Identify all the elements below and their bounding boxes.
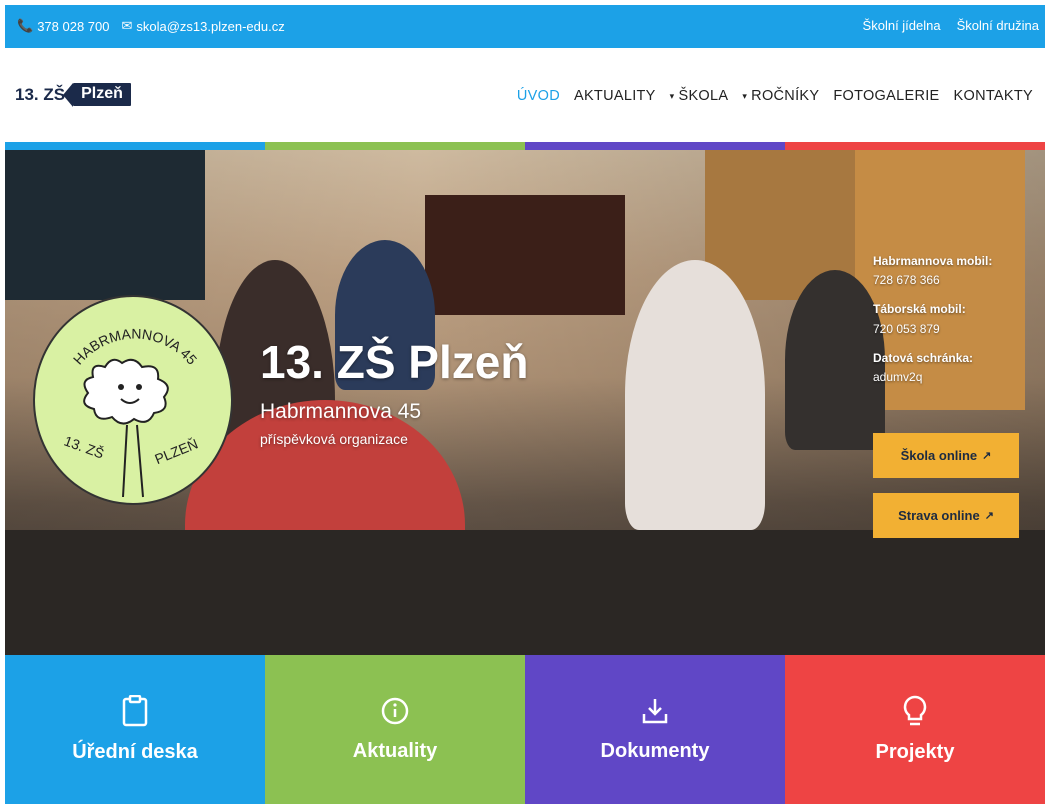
contact-label: Habrmannova mobil: (873, 254, 993, 268)
emblem-bottom-right: PLZEŇ (152, 435, 200, 467)
lightbulb-icon (903, 695, 927, 726)
tile-dokumenty[interactable]: Dokumenty (525, 655, 785, 804)
contact-label: Datová schránka: (873, 350, 974, 365)
cta-label: Strava online (898, 508, 980, 523)
color-strip (5, 142, 1045, 150)
hero-subtitle: Habrmannova 45 (260, 400, 422, 423)
nav-item-aktuality[interactable]: AKTUALITY (574, 88, 656, 104)
phone-link[interactable]: 📞 378 028 700 (17, 18, 109, 34)
nav-item-kontakty[interactable]: KONTAKTY (954, 88, 1033, 104)
cta-label: Škola online (900, 448, 978, 463)
strip-green (265, 142, 525, 150)
strip-purple (525, 142, 785, 150)
phone-icon: 📞 (17, 18, 34, 33)
mail-icon: ✉ (121, 18, 133, 33)
quick-links: Úřední deska Aktuality Dokumenty Projekt… (5, 655, 1045, 804)
hero-photo-student (625, 260, 765, 530)
external-link-icon: ↗ (982, 450, 992, 462)
nav-label: FOTOGALERIE (833, 88, 940, 104)
hero-photo-piano (425, 195, 625, 315)
top-bar-contacts: 📞 378 028 700 ✉ skola@zs13.plzen-edu.cz (17, 18, 285, 34)
logo-city-badge: Plzeň (63, 83, 131, 107)
dropdown-dot-icon: ▾ (669, 90, 675, 101)
top-bar: 📞 378 028 700 ✉ skola@zs13.plzen-edu.cz … (5, 5, 1045, 48)
contact-label: Táborská mobil: (873, 302, 966, 317)
nav-label: ŠKOLA (678, 88, 729, 104)
email-link[interactable]: ✉ skola@zs13.plzen-edu.cz (121, 18, 284, 34)
hero-title: 13. ZŠ Plzeň (260, 336, 529, 388)
strip-red (785, 142, 1045, 150)
site-header: 13. ZŠ Plzeň ÚVOD AKTUALITY ▾ ŠKOLA ▾ ROČN… (5, 48, 1045, 142)
nav-label: AKTUALITY (573, 88, 656, 104)
top-bar-links: Školní jídelna Školní družina (863, 18, 1039, 33)
contact-value[interactable]: 728 678 366 (873, 271, 992, 290)
tile-label: Aktuality (352, 740, 438, 762)
tile-projekty[interactable]: Projekty (785, 655, 1045, 804)
dropdown-dot-icon: ▾ (742, 90, 748, 101)
phone-text: 378 028 700 (37, 18, 110, 34)
contact-value[interactable]: 720 053 879 (873, 320, 992, 339)
link-skolni-jidelna[interactable]: Školní jídelna (863, 18, 941, 33)
nav-label: ROČNÍKY (751, 88, 820, 104)
external-link-icon: ↗ (984, 510, 994, 522)
download-icon (642, 699, 668, 724)
school-emblem: HABRMANNOVA 45 13. ZŠ PLZEŇ (33, 295, 233, 505)
main-nav: ÚVOD AKTUALITY ▾ ŠKOLA ▾ ROČNÍKY FOTOGALER… (517, 88, 1033, 104)
clipboard-icon (122, 695, 148, 727)
info-icon (381, 697, 409, 725)
tile-label: Projekty (875, 741, 955, 763)
nav-item-fotogalerie[interactable]: FOTOGALERIE (833, 88, 939, 104)
email-text: skola@zs13.plzen-edu.cz (136, 18, 285, 34)
link-skolni-druzina[interactable]: Školní družina (957, 18, 1039, 33)
nav-label: KONTAKTY (953, 88, 1033, 104)
logo-prefix: 13. ZŠ (15, 84, 66, 104)
hero-subtitle-2: příspěvková organizace (260, 431, 408, 447)
site-logo[interactable]: 13. ZŠ Plzeň (15, 83, 131, 107)
nav-label: ÚVOD (516, 88, 560, 104)
hero-contacts: Habrmannova mobil: 728 678 366 Táborská … (873, 252, 992, 397)
hero-photo-board (5, 150, 205, 300)
tile-label: Úřední deska (72, 741, 198, 763)
hero-photo-desk (5, 530, 1045, 655)
tile-uredni-deska[interactable]: Úřední deska (5, 655, 265, 804)
school-emblem-svg: HABRMANNOVA 45 13. ZŠ PLZEŇ (62, 326, 200, 498)
tile-aktuality[interactable]: Aktuality (265, 655, 525, 804)
nav-item-skola[interactable]: ▾ ŠKOLA (670, 88, 729, 104)
skola-online-button[interactable]: Škola online ↗ (873, 433, 1019, 478)
emblem-bottom-left: 13. ZŠ (62, 433, 106, 462)
strava-online-button[interactable]: Strava online ↗ (873, 493, 1019, 538)
contact-value: adumv2q (873, 369, 923, 384)
hero-photo-student (785, 270, 885, 450)
nav-item-uvod[interactable]: ÚVOD (517, 88, 560, 104)
nav-item-rocniky[interactable]: ▾ ROČNÍKY (742, 88, 819, 104)
hero-banner: HABRMANNOVA 45 13. ZŠ PLZEŇ 13. ZŠ Plzeň… (5, 150, 1045, 655)
tile-label: Dokumenty (600, 740, 710, 762)
strip-blue (5, 142, 265, 150)
